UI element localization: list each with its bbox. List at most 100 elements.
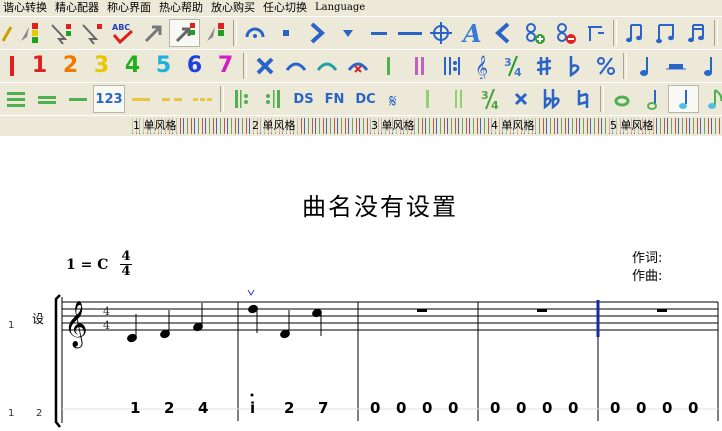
jianpu-note[interactable]: 0	[568, 399, 578, 417]
fine-button[interactable]: FN	[319, 85, 350, 113]
segno-icon[interactable]: 𝄋	[381, 85, 412, 113]
dc-button[interactable]: DC	[350, 85, 381, 113]
jianpu-note[interactable]: 2	[284, 399, 294, 417]
menu-purchase[interactable]: 放心购买	[206, 0, 260, 16]
cross-icon[interactable]	[249, 52, 280, 80]
menu-convert[interactable]: 谐心转换	[0, 0, 52, 16]
repeat-bar-icon[interactable]	[435, 52, 466, 80]
style-tab-1[interactable]: 1 单风格	[131, 117, 179, 133]
jianpu-note[interactable]: 2	[164, 399, 174, 417]
digit-4-button[interactable]: 4	[117, 52, 148, 80]
natural-icon[interactable]	[567, 85, 598, 113]
red-bar-icon[interactable]	[0, 52, 24, 80]
jianpu-note[interactable]: 0	[490, 399, 500, 417]
arrow-meter-icon[interactable]	[45, 19, 76, 47]
jianpu-note[interactable]: 0	[516, 399, 526, 417]
yellow-short-dash-icon[interactable]	[156, 85, 187, 113]
double-line-icon[interactable]	[31, 85, 62, 113]
green-double-bar-icon[interactable]	[443, 85, 474, 113]
beamed-notes-icon[interactable]	[681, 19, 712, 47]
green-bar-icon[interactable]	[412, 85, 443, 113]
arrow-meter-red-icon[interactable]	[76, 19, 107, 47]
score-canvas[interactable]: 曲名没有设置 1 = C 4 4 作词: 作曲: 1 设 1 2 𝄞 4 4 1…	[0, 137, 722, 431]
pencil-icon[interactable]	[0, 19, 14, 47]
double-flat-icon[interactable]	[536, 85, 567, 113]
staff-svg[interactable]: 𝄞 4 4 124i27000000000000	[0, 137, 722, 431]
whole-note-icon[interactable]	[606, 85, 637, 113]
style-tab-2[interactable]: 2 单风格	[250, 117, 298, 133]
menu-switch[interactable]: 任心切换	[258, 0, 312, 16]
jianpu-note[interactable]: 0	[370, 399, 380, 417]
number-mode-button[interactable]: 123	[93, 85, 125, 113]
single-bar-icon[interactable]	[373, 52, 404, 80]
digit-5-button[interactable]: 5	[148, 52, 179, 80]
arrow-select-active-icon[interactable]	[169, 19, 200, 47]
yellow-dash-icon[interactable]	[125, 85, 156, 113]
repeat-start-icon[interactable]	[226, 85, 257, 113]
x-mark-icon[interactable]	[505, 85, 536, 113]
tie-icon[interactable]	[311, 52, 342, 80]
bar-lines-icon[interactable]	[580, 19, 611, 47]
jianpu-note[interactable]: 4	[198, 399, 208, 417]
menu-orchestrate[interactable]: 精心配器	[50, 0, 104, 16]
jianpu-note[interactable]: 0	[662, 399, 672, 417]
chevron-right-icon[interactable]	[301, 19, 332, 47]
jianpu-note[interactable]: 1	[130, 399, 140, 417]
fermata-icon[interactable]	[239, 19, 270, 47]
eighth-notes-icon[interactable]	[619, 19, 650, 47]
remove-icon[interactable]	[549, 19, 580, 47]
menu-help[interactable]: 热心帮助	[154, 0, 208, 16]
slur-red-icon[interactable]	[342, 52, 373, 80]
text-a-icon[interactable]: A	[456, 19, 487, 47]
flat-icon[interactable]	[559, 52, 590, 80]
style-tab-5[interactable]: 5 单风格	[608, 117, 656, 133]
digit-7-button[interactable]: 7	[210, 52, 241, 80]
quarter-note-icon[interactable]	[629, 52, 660, 80]
quarter-note-alt-icon[interactable]	[691, 52, 722, 80]
dot-icon[interactable]	[270, 19, 301, 47]
half-note-icon[interactable]	[637, 85, 668, 113]
jianpu-note[interactable]: 0	[610, 399, 620, 417]
jianpu-note[interactable]: 0	[422, 399, 432, 417]
chevron-left-icon[interactable]	[487, 19, 518, 47]
jianpu-note[interactable]: 0	[688, 399, 698, 417]
digit-2-button[interactable]: 2	[55, 52, 86, 80]
crosshair-icon[interactable]	[425, 19, 456, 47]
eighth-note-green-icon[interactable]	[699, 85, 722, 113]
yellow-dot-dash-icon[interactable]	[187, 85, 218, 113]
jianpu-note[interactable]: 0	[396, 399, 406, 417]
spell-check-icon[interactable]: ABC	[107, 19, 138, 47]
jianpu-note[interactable]: i	[250, 399, 255, 417]
arrow-select-icon[interactable]	[138, 19, 169, 47]
triple-line-icon[interactable]	[0, 85, 31, 113]
jianpu-note[interactable]: 0	[448, 399, 458, 417]
percent-icon[interactable]	[590, 52, 621, 80]
double-bar-icon[interactable]	[404, 52, 435, 80]
slur-icon[interactable]	[280, 52, 311, 80]
level-meter-alt-icon[interactable]	[200, 19, 231, 47]
jianpu-note[interactable]: 0	[636, 399, 646, 417]
time-signature-icon[interactable]: 34	[497, 52, 528, 80]
flag-icon[interactable]	[650, 19, 681, 47]
digit-1-button[interactable]: 1	[24, 52, 55, 80]
level-meter-icon[interactable]	[14, 19, 45, 47]
menu-interface[interactable]: 称心界面	[102, 0, 156, 16]
half-rest-icon[interactable]	[660, 52, 691, 80]
triangle-down-icon[interactable]	[332, 19, 363, 47]
digit-6-button[interactable]: 6	[179, 52, 210, 80]
style-tab-3[interactable]: 3 单风格	[369, 117, 417, 133]
treble-clef-icon[interactable]: 𝄞	[466, 52, 497, 80]
style-tab-4[interactable]: 4 单风格	[489, 117, 537, 133]
quarter-note-selected-icon[interactable]	[668, 85, 699, 113]
digit-3-button[interactable]: 3	[86, 52, 117, 80]
single-line-icon[interactable]	[62, 85, 93, 113]
dash-icon[interactable]	[363, 19, 394, 47]
long-dash-icon[interactable]	[394, 19, 425, 47]
sharp-icon[interactable]	[528, 52, 559, 80]
time-signature-green-icon[interactable]: 34	[474, 85, 505, 113]
jianpu-note[interactable]: 7	[318, 399, 328, 417]
ds-button[interactable]: DS	[288, 85, 319, 113]
repeat-end-icon[interactable]	[257, 85, 288, 113]
add-icon[interactable]	[518, 19, 549, 47]
jianpu-note[interactable]: 0	[542, 399, 552, 417]
